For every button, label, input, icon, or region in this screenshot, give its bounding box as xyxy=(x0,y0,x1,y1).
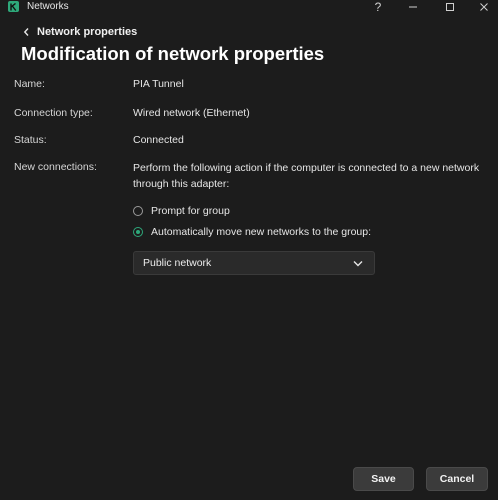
name-value: PIA Tunnel xyxy=(133,78,184,90)
page-title: Modification of network properties xyxy=(21,43,325,64)
connection-type-value: Wired network (Ethernet) xyxy=(133,107,250,119)
new-connections-description: Perform the following action if the comp… xyxy=(133,162,480,190)
network-properties-window: Networks ? Network properties Modificati… xyxy=(0,0,498,500)
maximize-icon xyxy=(446,3,454,11)
help-button[interactable]: ? xyxy=(368,0,388,14)
minimize-icon xyxy=(409,6,417,8)
new-connections-label: New connections: xyxy=(14,161,97,173)
auto-move-radio[interactable] xyxy=(133,227,143,237)
cancel-button[interactable]: Cancel xyxy=(426,467,488,491)
minimize-button[interactable] xyxy=(403,0,423,14)
group-select-value[interactable]: Public network xyxy=(143,257,352,269)
status-label: Status: xyxy=(14,134,47,146)
prompt-for-group-radio[interactable] xyxy=(133,206,143,216)
group-select[interactable]: Public network xyxy=(133,251,375,275)
connection-type-label: Connection type: xyxy=(14,107,93,119)
maximize-button[interactable] xyxy=(440,0,460,14)
auto-move-label[interactable]: Automatically move new networks to the g… xyxy=(151,226,371,238)
title-bar: Networks ? xyxy=(0,0,498,14)
window-title: Networks xyxy=(27,1,69,12)
prompt-for-group-label[interactable]: Prompt for group xyxy=(151,205,230,217)
kaspersky-logo-icon xyxy=(8,1,19,12)
status-value: Connected xyxy=(133,134,184,146)
back-navigation[interactable]: Network properties xyxy=(21,24,137,40)
prompt-for-group-option[interactable]: Prompt for group xyxy=(133,204,230,218)
back-label[interactable]: Network properties xyxy=(37,26,137,38)
close-icon xyxy=(480,3,488,11)
chevron-left-icon[interactable] xyxy=(21,25,31,39)
chevron-down-icon[interactable] xyxy=(352,257,364,269)
auto-move-option[interactable]: Automatically move new networks to the g… xyxy=(133,225,371,239)
name-label: Name: xyxy=(14,78,45,90)
save-button[interactable]: Save xyxy=(353,467,414,491)
close-button[interactable] xyxy=(474,0,494,14)
